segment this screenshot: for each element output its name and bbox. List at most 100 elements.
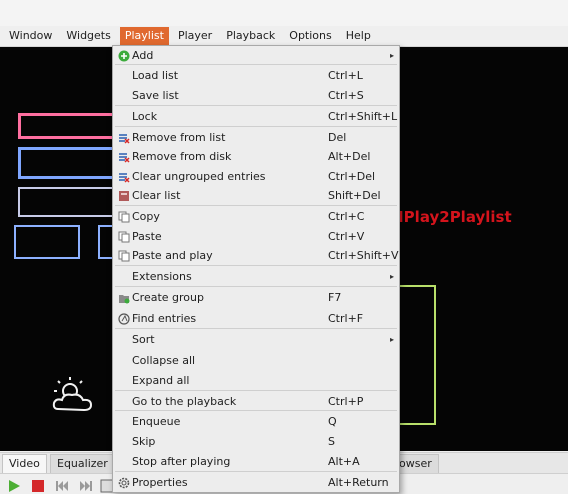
menu-item-load-list[interactable]: Load list Ctrl+L <box>113 66 399 86</box>
remove-list-icon <box>119 134 130 144</box>
prev-icon[interactable] <box>54 478 70 494</box>
menu-separator <box>115 64 397 65</box>
menu-item-remove-from-list[interactable]: Remove from list Del <box>113 128 399 148</box>
menu-item-expand-all[interactable]: Expand all <box>113 371 399 391</box>
menu-item-shortcut: Ctrl+L <box>328 69 363 82</box>
menu-item-paste[interactable]: Paste Ctrl+V <box>113 227 399 247</box>
menu-item-label: Remove from list <box>132 131 226 144</box>
menu-item-copy[interactable]: Copy Ctrl+C <box>113 207 399 227</box>
menu-item-label: Go to the playback <box>132 395 237 408</box>
menu-item-enqueue[interactable]: Enqueue Q <box>113 412 399 432</box>
submenu-arrow-icon: ▸ <box>389 335 394 344</box>
menu-separator <box>115 105 397 106</box>
menu-item-shortcut: Alt+A <box>328 455 360 468</box>
menu-item-label: Add <box>132 49 154 62</box>
playlist-menu: Add ▸ Load list Ctrl+L Save list Ctrl+S Lock Ct… <box>112 45 400 493</box>
menu-item-label: Load list <box>132 69 179 82</box>
menu-item-label: Extensions <box>132 270 192 283</box>
menu-item-shortcut: Shift+Del <box>328 189 381 202</box>
menu-item-label: Save list <box>132 89 179 102</box>
menu-item-remove-from-disk[interactable]: Remove from disk Alt+Del <box>113 147 399 167</box>
menu-item-shortcut: Alt+Return <box>328 476 389 489</box>
menu-item-create-group[interactable]: Create group F7 <box>113 288 399 308</box>
menu-separator <box>115 328 397 329</box>
find-icon <box>118 313 130 325</box>
menu-separator <box>115 126 397 127</box>
menu-item-shortcut: Ctrl+S <box>328 89 364 102</box>
menu-item-label: Expand all <box>132 374 190 387</box>
menu-options[interactable]: Options <box>284 27 336 45</box>
menu-item-lock[interactable]: Lock Ctrl+Shift+L <box>113 107 399 127</box>
clear-list-icon <box>119 191 129 201</box>
menu-item-label: Paste <box>132 230 162 243</box>
menu-item-shortcut: Ctrl+V <box>328 230 365 243</box>
tab-equalizer[interactable]: Equalizer <box>50 454 115 473</box>
menu-item-label: Stop after playing <box>132 455 231 468</box>
menu-item-shortcut: S <box>328 435 335 448</box>
menu-window[interactable]: Window <box>4 27 57 45</box>
menu-item-shortcut: Ctrl+P <box>328 395 364 408</box>
menu-item-add[interactable]: Add ▸ <box>113 46 399 66</box>
paste-play-icon <box>118 250 130 262</box>
menu-item-shortcut: F7 <box>328 291 342 304</box>
menu-item-label: Clear list <box>132 189 181 202</box>
menu-item-clear-list[interactable]: Clear list Shift+Del <box>113 186 399 206</box>
clear-ungrouped-icon <box>119 173 130 183</box>
menu-item-label: Clear ungrouped entries <box>132 170 266 183</box>
menu-item-collapse-all[interactable]: Collapse all <box>113 351 399 371</box>
menu-item-stop-after-playing[interactable]: Stop after playing Alt+A <box>113 452 399 472</box>
next-icon[interactable] <box>78 478 94 494</box>
menu-separator <box>115 286 397 287</box>
submenu-arrow-icon: ▸ <box>389 272 394 281</box>
menu-separator <box>115 205 397 206</box>
menu-item-save-list[interactable]: Save list Ctrl+S <box>113 86 399 106</box>
menu-item-paste-and-play[interactable]: Paste and play Ctrl+Shift+V <box>113 246 399 266</box>
menu-separator <box>115 265 397 266</box>
menu-widgets[interactable]: Widgets <box>61 27 115 45</box>
menu-item-label: Properties <box>132 476 188 489</box>
title-bar <box>0 0 568 26</box>
menu-item-shortcut: Ctrl+Del <box>328 170 376 183</box>
menu-item-shortcut: Ctrl+F <box>328 312 364 325</box>
menu-item-go-to-the-playback[interactable]: Go to the playback Ctrl+P <box>113 392 399 412</box>
paste-icon <box>118 231 130 243</box>
remove-disk-icon <box>119 153 130 163</box>
menu-item-label: Enqueue <box>132 415 181 428</box>
menu-item-shortcut: Ctrl+C <box>328 210 365 223</box>
menu-item-label: Lock <box>132 110 158 123</box>
menu-item-label: Find entries <box>132 312 197 325</box>
menu-playback[interactable]: Playback <box>221 27 280 45</box>
menu-help[interactable]: Help <box>341 27 376 45</box>
menu-item-sort[interactable]: Sort ▸ <box>113 330 399 350</box>
neon-rect <box>14 225 80 259</box>
menu-playlist[interactable]: Playlist <box>119 27 169 45</box>
menu-item-label: Sort <box>132 333 155 346</box>
menu-item-shortcut: Del <box>328 131 347 144</box>
menu-item-find-entries[interactable]: Find entries Ctrl+F <box>113 309 399 329</box>
menu-item-label: Create group <box>132 291 204 304</box>
menu-item-label: Collapse all <box>132 354 196 367</box>
menu-separator <box>115 410 397 411</box>
folder-icon <box>119 295 130 304</box>
menu-item-extensions[interactable]: Extensions ▸ <box>113 267 399 287</box>
weather-icon <box>52 377 93 412</box>
menu-item-shortcut: Q <box>328 415 337 428</box>
menu-item-shortcut: Ctrl+Shift+L <box>328 110 398 123</box>
menu-item-label: Copy <box>132 210 160 223</box>
menu-separator <box>115 471 397 472</box>
menu-item-label: Paste and play <box>132 249 213 262</box>
menu-item-clear-ungrouped-entries[interactable]: Clear ungrouped entries Ctrl+Del <box>113 167 399 187</box>
tab-video[interactable]: Video <box>2 454 47 473</box>
menu-item-label: Skip <box>132 435 156 448</box>
gear-icon <box>118 477 130 489</box>
menu-player[interactable]: Player <box>173 27 217 45</box>
stop-icon[interactable] <box>30 478 46 494</box>
menu-item-shortcut: Alt+Del <box>328 150 371 163</box>
menu-item-label: Remove from disk <box>132 150 232 163</box>
menu-item-properties[interactable]: Properties Alt+Return <box>113 473 399 493</box>
menu-item-skip[interactable]: Skip S <box>113 432 399 452</box>
add-icon <box>118 50 130 62</box>
play-icon[interactable] <box>6 478 22 494</box>
menu-separator <box>115 390 397 391</box>
menu-item-shortcut: Ctrl+Shift+V <box>328 249 399 262</box>
